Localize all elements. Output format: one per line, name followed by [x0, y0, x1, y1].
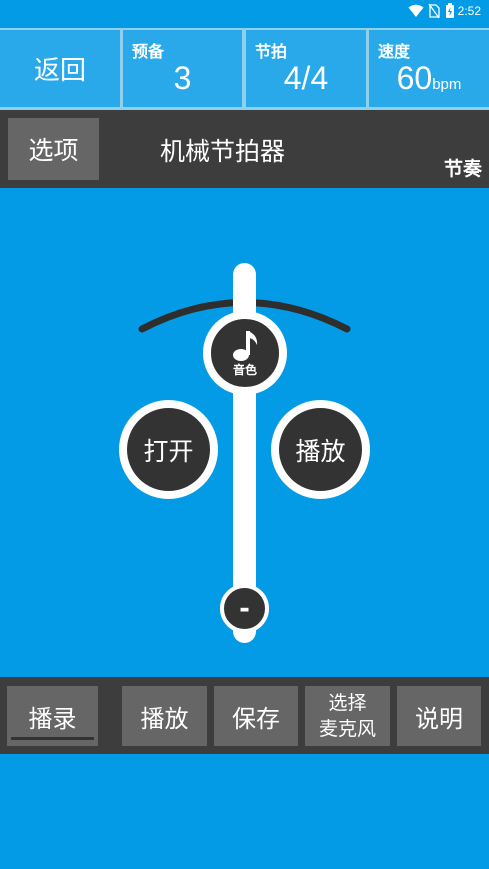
play-button[interactable]: 播放	[122, 686, 207, 746]
play-circle-button[interactable]: 播放	[271, 400, 370, 499]
tempo-value: 60bpm	[369, 60, 489, 97]
tempo-label: 速度	[378, 42, 411, 61]
tempo-unit: bpm	[432, 76, 462, 93]
tempo-tile[interactable]: 速度 60bpm	[369, 30, 489, 107]
save-button[interactable]: 保存	[214, 686, 298, 746]
select-mic-line2: 麦克风	[318, 718, 376, 740]
select-mic-button[interactable]: 选择 麦克风	[305, 686, 390, 746]
back-button[interactable]: 返回	[0, 30, 120, 107]
beat-tile[interactable]: 节拍 4/4	[246, 30, 366, 107]
pendulum-weight[interactable]: -	[220, 584, 269, 633]
rhythm-mode-button[interactable]: 节奏	[444, 154, 482, 181]
tempo-number: 60	[396, 60, 433, 96]
wifi-icon	[408, 4, 424, 17]
countin-tile[interactable]: 预备 3	[123, 30, 242, 107]
top-bar: 返回 预备 3 节拍 4/4 速度 60bpm	[0, 28, 489, 110]
open-button[interactable]: 打开	[119, 400, 218, 499]
metronome-panel: 音色 打开 播放 -	[0, 186, 489, 676]
countin-value: 3	[173, 60, 192, 96]
record-button[interactable]: 播录	[7, 686, 98, 746]
sound-label: 音色	[232, 362, 257, 377]
record-label: 播录	[28, 704, 77, 733]
app-title: 机械节拍器	[160, 137, 286, 166]
title-bar: 选项 机械节拍器 节奏	[0, 110, 489, 188]
bottom-bar: 播录 播放 保存 选择 麦克风 说明	[0, 677, 489, 754]
status-time: 2:52	[457, 4, 481, 18]
help-button[interactable]: 说明	[397, 686, 481, 746]
no-sim-icon	[428, 3, 440, 19]
record-underline	[11, 737, 94, 740]
options-button[interactable]: 选项	[8, 118, 99, 180]
beat-label: 节拍	[255, 42, 288, 61]
select-mic-line1: 选择	[328, 692, 367, 714]
countin-label: 预备	[132, 42, 165, 61]
beat-value: 4/4	[283, 60, 329, 96]
sound-button[interactable]: 音色	[203, 311, 287, 395]
battery-icon	[446, 3, 454, 18]
status-bar: 2:52	[0, 0, 489, 22]
music-note-icon	[233, 330, 258, 361]
